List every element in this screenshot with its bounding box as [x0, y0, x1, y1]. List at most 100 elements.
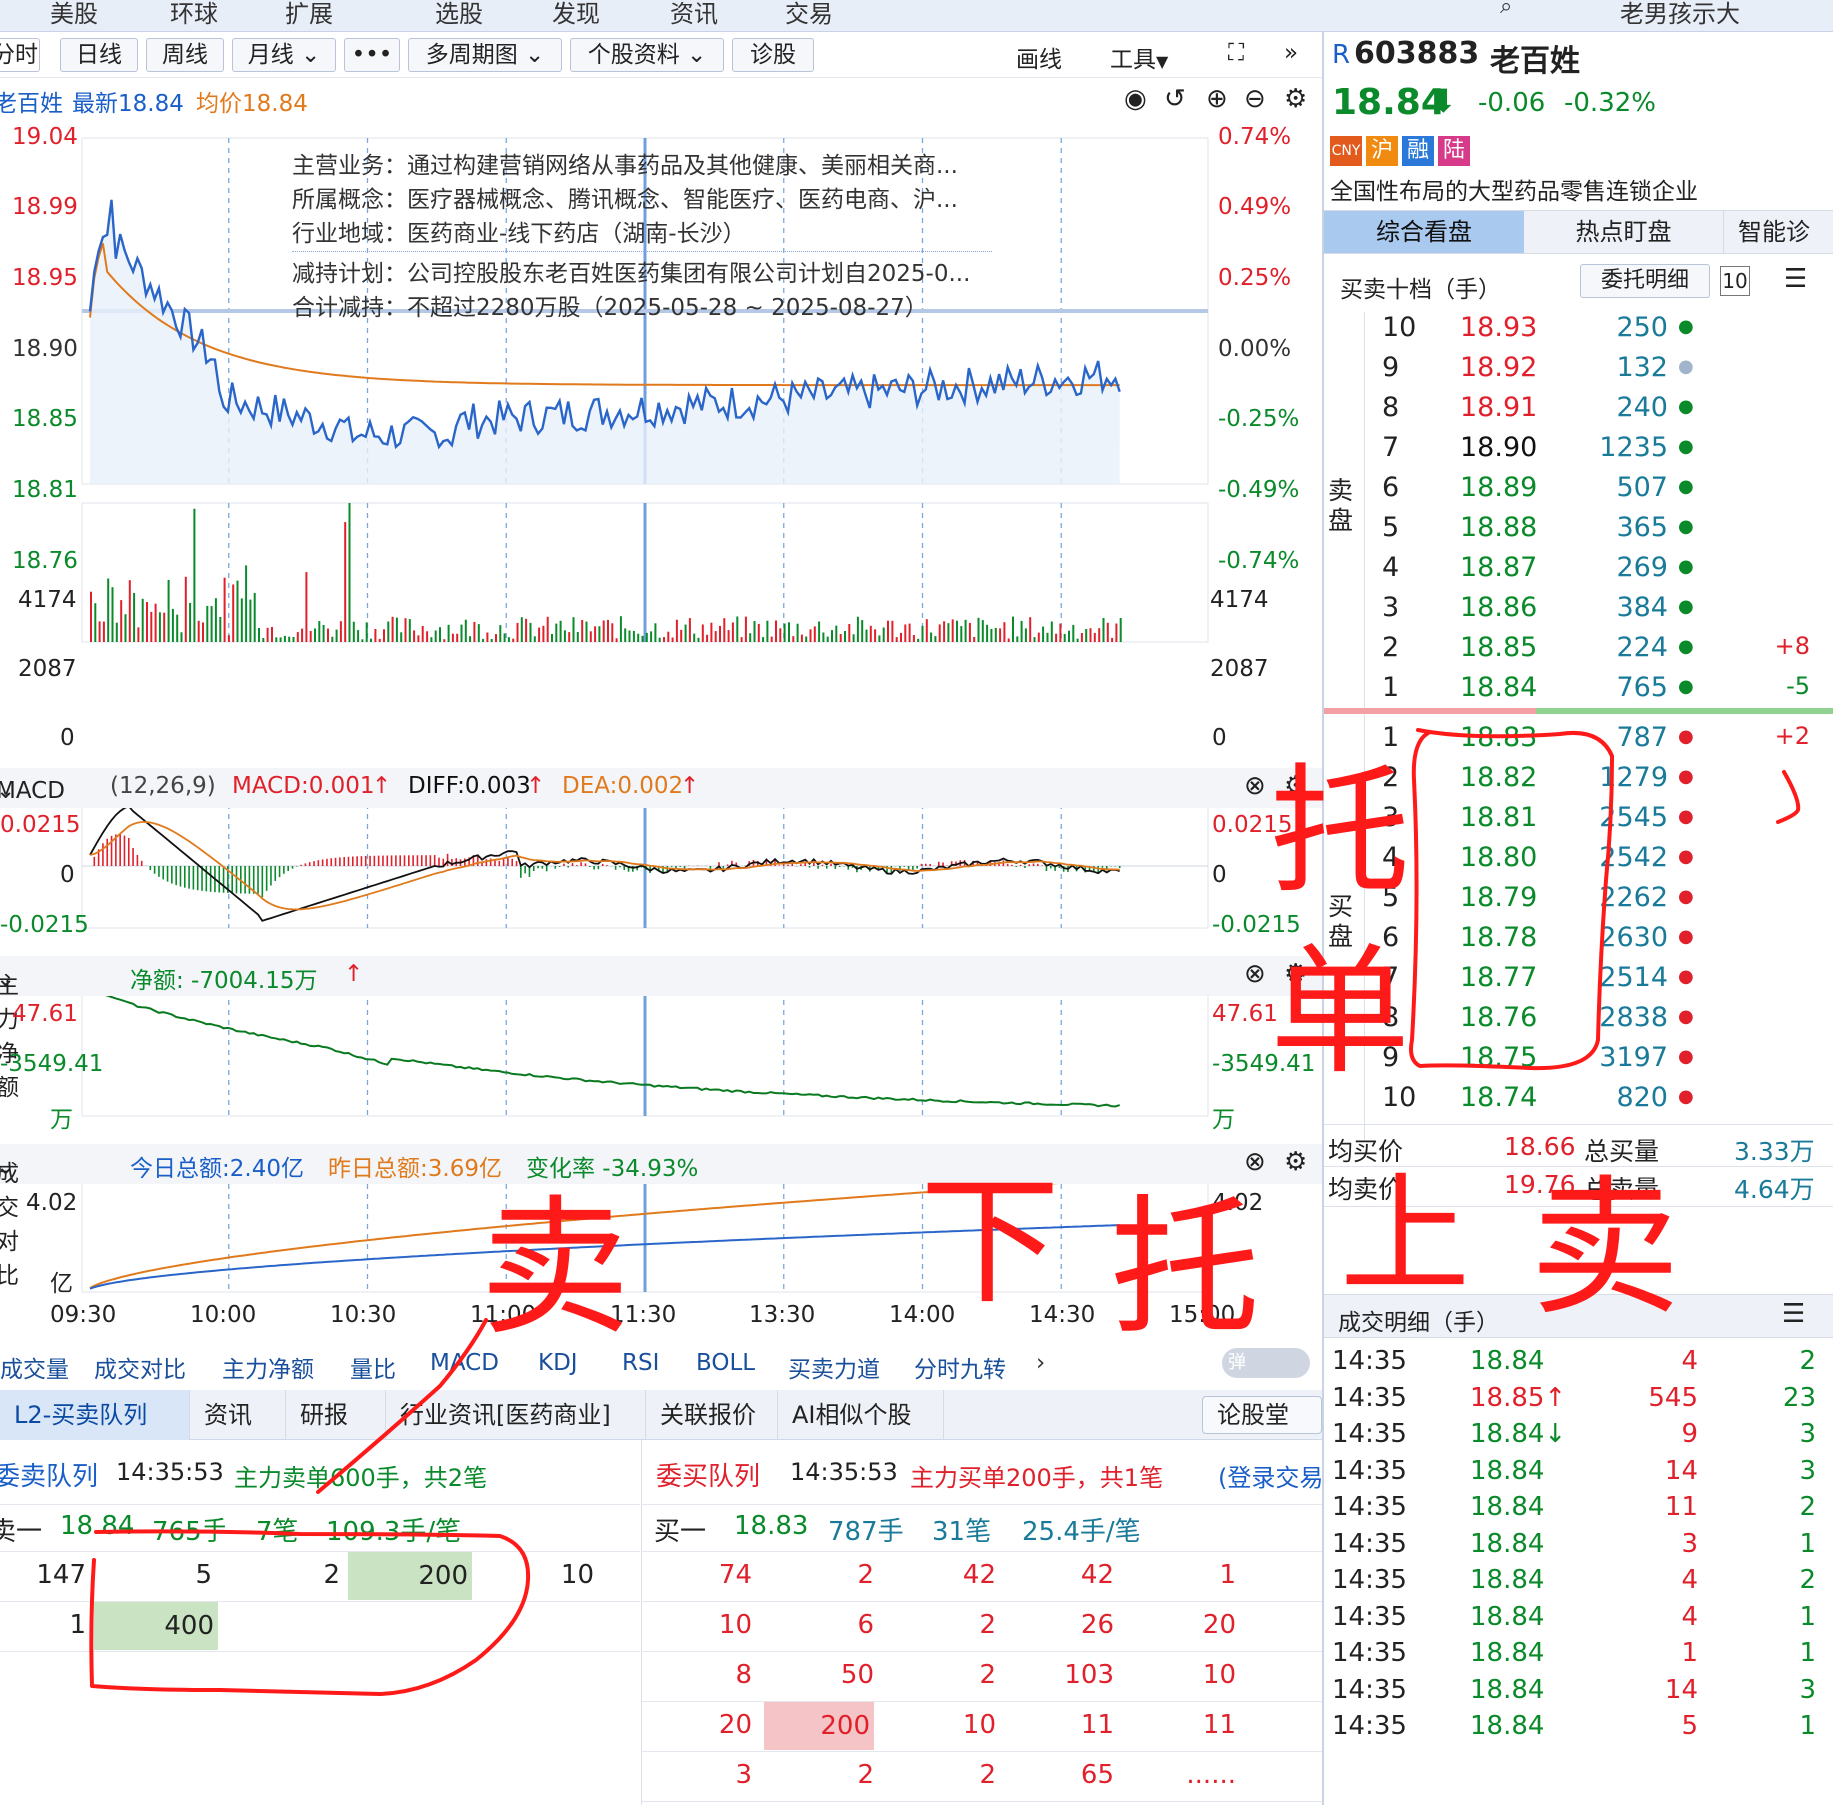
level-price[interactable]: 18.93: [1460, 312, 1537, 343]
diagnose-button[interactable]: 诊股: [732, 38, 814, 72]
zoom-in-icon[interactable]: ⊕: [1206, 84, 1228, 114]
trade-time: 14:35: [1332, 1601, 1407, 1632]
total-buy-volume: 3.33万: [1734, 1137, 1815, 1166]
volume-bar: [891, 620, 894, 642]
volume-bar: [529, 622, 532, 642]
settings-icon[interactable]: ⚙: [1284, 1147, 1307, 1177]
level-price[interactable]: 18.80: [1460, 842, 1537, 873]
nav-global[interactable]: 环球: [170, 0, 218, 29]
tab-rsi[interactable]: RSI: [622, 1350, 659, 1376]
level-price[interactable]: 18.84: [1460, 672, 1537, 703]
zoom-out-icon[interactable]: ⊖: [1244, 84, 1266, 114]
tab-boll[interactable]: BOLL: [696, 1350, 755, 1376]
volume-bar: [981, 620, 984, 642]
nav-discover[interactable]: 发现: [552, 0, 600, 29]
close-icon[interactable]: ⊗: [1244, 959, 1266, 989]
tools-button[interactable]: 工具▼: [1110, 40, 1168, 74]
close-icon[interactable]: ⊗: [1244, 1147, 1266, 1177]
level-price[interactable]: 18.79: [1460, 882, 1537, 913]
collapse-icon[interactable]: »: [1284, 40, 1298, 66]
level-price[interactable]: 18.86: [1460, 592, 1537, 623]
level-price[interactable]: 18.82: [1460, 762, 1537, 793]
tab-overview[interactable]: 综合看盘: [1324, 211, 1524, 253]
nav-extend[interactable]: 扩展: [285, 0, 333, 29]
undo-icon[interactable]: ↺: [1164, 84, 1186, 114]
fullscreen-icon[interactable]: ⛶: [1228, 40, 1244, 66]
level-price[interactable]: 18.92: [1460, 352, 1537, 383]
dot-icon: ●: [1678, 356, 1694, 377]
draw-line-button[interactable]: 画线: [1016, 40, 1062, 74]
login-trade-link[interactable]: (登录交易: [1218, 1458, 1322, 1493]
level-price[interactable]: 18.81: [1460, 802, 1537, 833]
tab-hotspot[interactable]: 热点盯盘: [1524, 211, 1724, 253]
tab-monthly[interactable]: 月线 ⌄: [232, 38, 336, 72]
macd-tick: -0.0215: [0, 912, 89, 938]
search-icon[interactable]: ⌕: [1500, 0, 1512, 19]
level-price[interactable]: 18.87: [1460, 552, 1537, 583]
level-price[interactable]: 18.88: [1460, 512, 1537, 543]
tab-intraday-nine[interactable]: 分时九转: [914, 1350, 1006, 1384]
tab-research[interactable]: 研报: [286, 1390, 386, 1440]
settings-icon[interactable]: ⚙: [1284, 959, 1307, 989]
chevron-right-icon[interactable]: ›: [1036, 1350, 1045, 1376]
nav-us-stocks[interactable]: 美股: [50, 0, 98, 29]
level-price[interactable]: 18.74: [1460, 1082, 1537, 1113]
level-volume: 787手: [828, 1517, 904, 1547]
tab-industry-news[interactable]: 行业资讯[医药商业]: [386, 1390, 646, 1440]
nav-stock-pick[interactable]: 选股: [435, 0, 483, 29]
tab-smart[interactable]: 智能诊: [1724, 211, 1833, 253]
nav-news[interactable]: 资讯: [670, 0, 718, 29]
tab-l2-queue[interactable]: L2-买卖队列: [0, 1390, 190, 1440]
level-price[interactable]: 18.78: [1460, 922, 1537, 953]
menu-icon[interactable]: ☰: [1782, 1299, 1805, 1329]
volume-bar: [628, 630, 631, 642]
user-name[interactable]: 老男孩示大: [1620, 0, 1740, 29]
multi-period-button[interactable]: 多周期图 ⌄: [408, 38, 562, 72]
tab-related-quotes[interactable]: 关联报价: [646, 1390, 778, 1440]
stock-profile-button[interactable]: 个股资料 ⌄: [570, 38, 724, 72]
level-price[interactable]: 18.76: [1460, 1002, 1537, 1033]
menu-icon[interactable]: ☰: [1784, 264, 1807, 294]
tab-daily[interactable]: 日线: [60, 38, 138, 72]
diff-value: DIFF:0.003: [408, 773, 531, 799]
forum-button[interactable]: 论股堂: [1202, 1396, 1322, 1434]
level-price[interactable]: 18.90: [1460, 432, 1537, 463]
volume-bar: [1072, 624, 1075, 642]
tab-volume[interactable]: 成交量: [0, 1350, 69, 1384]
nav-trade[interactable]: 交易: [785, 0, 833, 29]
queue-cell: 8: [735, 1660, 752, 1690]
level-volume: 132: [1616, 352, 1668, 383]
depth-selector[interactable]: 10: [1720, 266, 1750, 296]
order-detail-button[interactable]: 委托明细: [1580, 264, 1710, 298]
level-price[interactable]: 18.85: [1460, 632, 1537, 663]
close-icon[interactable]: ⊗: [1244, 771, 1266, 801]
tab-volume-ratio[interactable]: 量比: [350, 1350, 396, 1384]
tab-news[interactable]: 资讯: [190, 1390, 286, 1440]
tab-kdj[interactable]: KDJ: [538, 1350, 578, 1376]
level-price[interactable]: 18.89: [1460, 472, 1537, 503]
level-price[interactable]: 18.83: [1460, 722, 1537, 753]
trade-time: 14:35: [1332, 1492, 1407, 1522]
level-price[interactable]: 18.77: [1460, 962, 1537, 993]
more-button[interactable]: •••: [344, 38, 400, 72]
level-price[interactable]: 18.91: [1460, 392, 1537, 423]
tab-buy-sell-power[interactable]: 买卖力道: [788, 1350, 880, 1384]
tab-intraday[interactable]: 分时: [0, 38, 40, 72]
level-price[interactable]: 18.75: [1460, 1042, 1537, 1073]
tab-weekly[interactable]: 周线: [146, 38, 224, 72]
volume-bar: [154, 603, 157, 642]
level-volume: 384: [1616, 592, 1668, 623]
tab-macd[interactable]: MACD: [430, 1350, 499, 1376]
tab-ai-similar[interactable]: AI相似个股: [778, 1390, 944, 1440]
tab-main-force[interactable]: 主力净额: [222, 1350, 314, 1384]
popup-toggle[interactable]: 弹: [1222, 1348, 1310, 1378]
info-line: 主营业务：通过构建营销网络从事药品及其他健康、美丽相关商...: [292, 153, 958, 179]
tab-turnover-compare[interactable]: 成交对比: [94, 1350, 186, 1384]
settings-icon[interactable]: ⚙: [1284, 771, 1307, 801]
reset-icon[interactable]: ◉: [1124, 84, 1147, 114]
volume-bar: [856, 616, 859, 642]
settings-icon[interactable]: ⚙: [1284, 84, 1307, 114]
volume-bar: [921, 625, 924, 642]
trade-time: 14:35: [1332, 1419, 1407, 1449]
volume-bar: [559, 620, 562, 642]
